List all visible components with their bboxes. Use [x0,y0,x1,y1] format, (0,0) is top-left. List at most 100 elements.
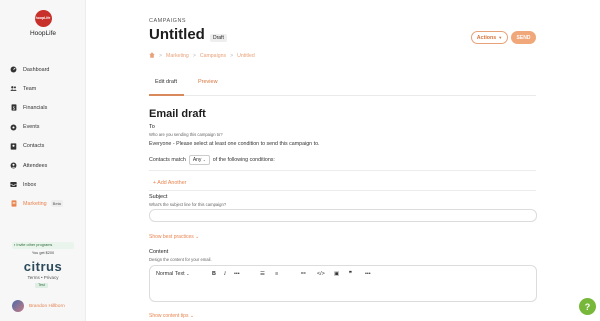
citrus-logo: citrus [23,259,63,274]
bullet-list-icon[interactable]: ☰ [260,271,265,277]
more-icon[interactable]: ••• [234,271,240,277]
to-value: Everyone - Please select at least one co… [149,141,320,147]
to-helper-text: Who are you sending this campaign to? [149,132,223,137]
italic-icon[interactable]: I [224,271,226,277]
test-badge: Test [35,283,48,288]
attendees-icon [10,162,17,169]
sidebar-item-label: Marketing [23,200,47,207]
breadcrumb-marketing[interactable]: Marketing [166,53,189,59]
sidebar: hoopLife HoopLife Dashboard Team $ Finan… [0,0,86,321]
marketing-icon [10,200,17,208]
add-another-label: Add Another [157,180,187,186]
sidebar-item-label: Dashboard [23,66,50,73]
text-style-select[interactable]: Normal Text ⌄ [156,271,190,277]
code-icon[interactable]: </> [317,271,325,277]
quote-icon[interactable]: ❞ [349,271,352,277]
subject-helper-text: What's the subject line for this campaig… [149,202,227,207]
svg-text:$: $ [12,106,15,111]
numbered-list-icon[interactable]: ≡ [275,271,278,277]
page-title: Untitled [149,26,205,43]
breadcrumb-separator: > [230,53,234,59]
sidebar-item-marketing[interactable]: Marketing Beta [0,194,86,213]
subject-label: Subject [149,194,168,200]
sidebar-item-inbox[interactable]: Inbox [0,175,86,194]
avatar [12,300,24,312]
content-tips-label: Show content tips [149,313,189,319]
inbox-icon [10,181,17,188]
contacts-icon [10,143,17,150]
more-options-icon[interactable]: ••• [365,271,371,277]
sidebar-item-team[interactable]: Team [0,79,86,98]
show-content-tips-link[interactable]: Show content tips ⌄ [149,313,194,319]
active-tab-indicator [149,94,184,96]
subject-input[interactable] [149,209,537,222]
sidebar-item-contacts[interactable]: Contacts [0,137,86,156]
chevron-down-icon: ⌄ [195,234,200,240]
help-button[interactable]: ? [579,298,596,315]
match-select-value: Any [192,157,202,163]
sidebar-item-attendees[interactable]: Attendees [0,156,86,175]
logo-mark: hoopLife [34,10,52,27]
home-icon[interactable] [149,52,155,60]
terms-privacy-links[interactable]: Terms • Privacy [0,275,86,280]
sidebar-item-events[interactable]: Events [0,118,86,137]
tabs-divider [149,95,536,96]
chevron-down-icon: ⌄ [202,158,206,162]
divider [149,190,536,191]
content-label: Content [149,249,169,255]
match-suffix: of the following conditions: [212,157,275,163]
contacts-match-row: Contacts match Any ⌄ of the following co… [149,155,275,165]
sidebar-item-label: Contacts [23,143,45,150]
content-helper-text: Design the content for your email. [149,257,212,262]
sidebar-item-financials[interactable]: $ Financials [0,98,86,117]
chevron-down-icon: ⌄ [186,271,190,276]
tab-preview[interactable]: Preview [198,79,218,85]
chevron-down-icon: ▼ [498,35,503,40]
team-icon [10,85,17,92]
events-icon [10,124,17,131]
bold-icon[interactable]: B [212,271,216,277]
breadcrumb: > Marketing > Campaigns > Untitled [149,52,259,60]
sidebar-item-label: Team [23,85,37,92]
show-best-practices-link[interactable]: Show best practices ⌄ [149,234,199,240]
actions-button[interactable]: Actions ▼ [471,31,508,44]
sidebar-nav: Dashboard Team $ Financials Events Conta… [0,60,86,214]
user-name: Brandon Hillborn [29,303,65,309]
invite-banner[interactable]: ▪ Invite other programs [12,242,74,249]
image-icon[interactable]: ▣ [334,271,339,277]
breadcrumb-separator: > [192,53,196,59]
plus-icon: + [153,180,157,186]
content-editor[interactable]: Normal Text ⌄ B I ••• ☰ ≡ ⚯ </> ▣ ❞ ••• [149,265,537,302]
main-content: CAMPAIGNS Untitled Draft Actions ▼ SEND … [86,0,600,321]
link-icon[interactable]: ⚯ [301,271,306,277]
contacts-match-label: Contacts match [149,157,186,163]
text-style-value: Normal Text [156,271,185,277]
send-button[interactable]: SEND [511,31,536,44]
status-badge: Draft [210,34,227,42]
user-profile[interactable]: Brandon Hillborn [12,300,65,312]
referral-reward: You get $200 [31,251,55,255]
logo[interactable]: hoopLife HoopLife [0,10,86,37]
app-name: HoopLife [29,30,57,37]
beta-badge: Beta [50,200,63,208]
financials-icon: $ [10,104,17,112]
breadcrumb-campaigns[interactable]: Campaigns [200,53,226,59]
match-select[interactable]: Any ⌄ [188,155,210,165]
sidebar-item-label: Attendees [23,162,48,169]
dashboard-icon [10,66,17,73]
section-label: CAMPAIGNS [149,18,187,24]
to-label: To [149,124,155,130]
add-another-button[interactable]: + Add Another [153,180,186,186]
best-practices-label: Show best practices [149,234,194,240]
actions-label: Actions [476,34,497,41]
chevron-down-icon: ⌄ [189,313,195,319]
sidebar-item-label: Financials [23,104,48,111]
invite-label: Invite other programs [16,243,53,247]
divider [149,170,536,171]
breadcrumb-current: Untitled [237,53,255,59]
breadcrumb-separator: > [159,53,163,59]
sidebar-item-dashboard[interactable]: Dashboard [0,60,86,79]
tab-edit-draft[interactable]: Edit draft [155,79,177,85]
sidebar-item-label: Inbox [23,181,37,188]
sidebar-item-label: Events [23,124,40,131]
